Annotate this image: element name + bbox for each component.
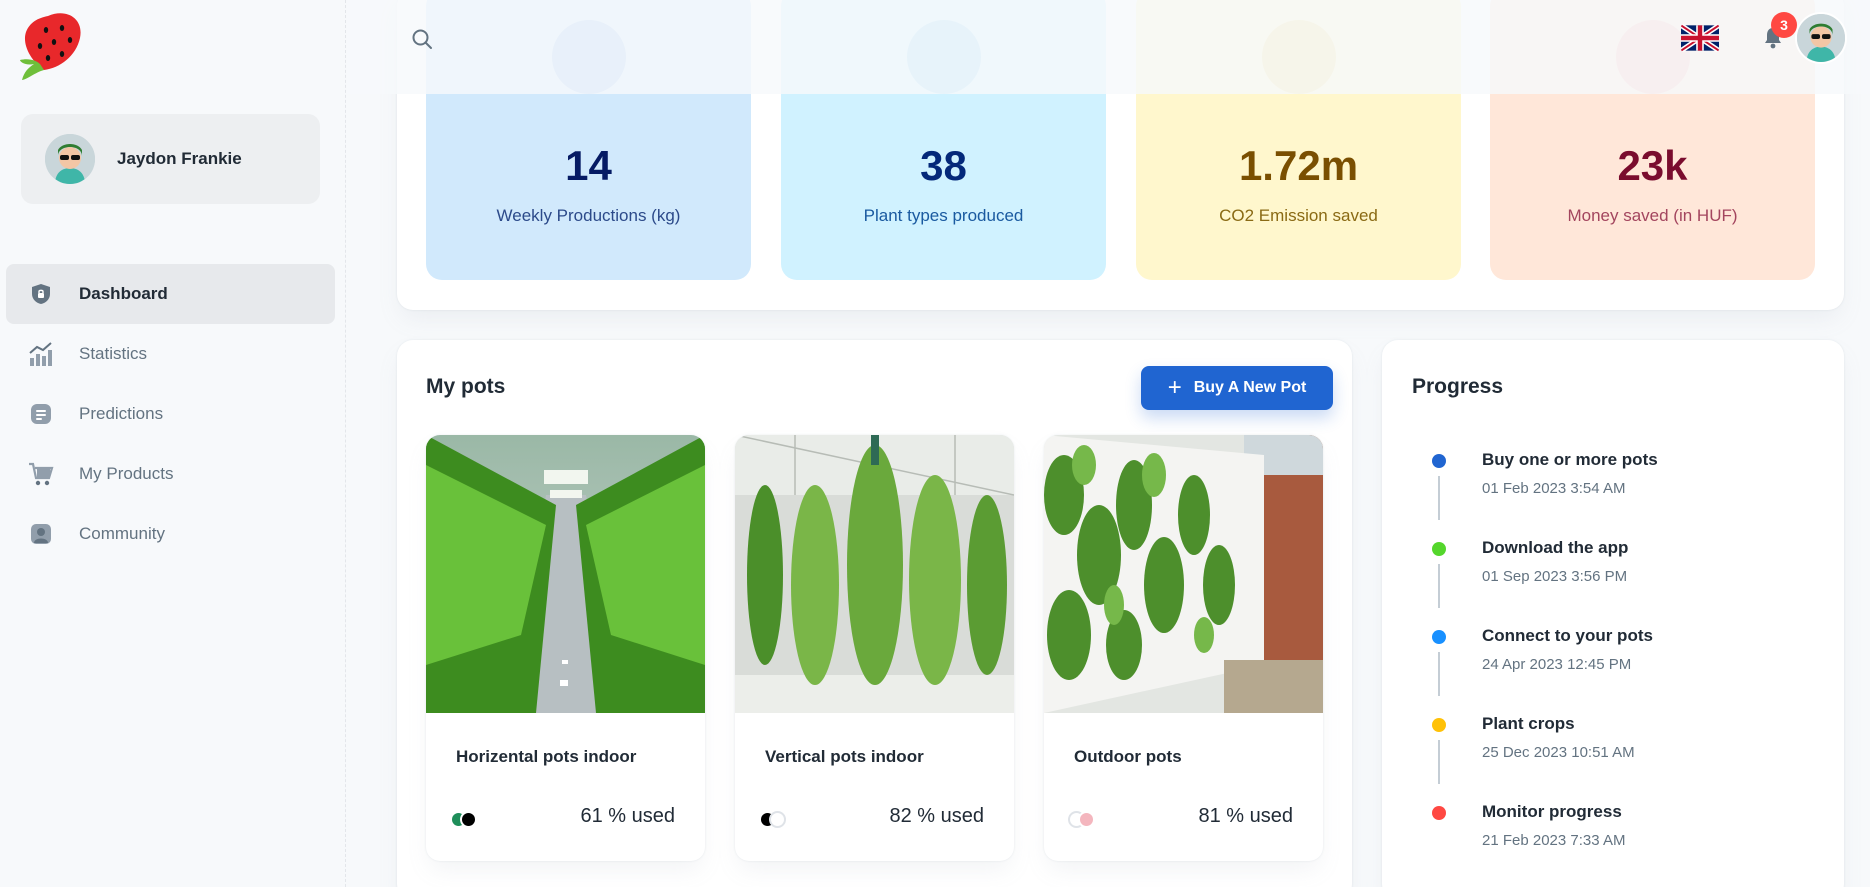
timeline-item: Buy one or more pots 01 Feb 2023 3:54 AM — [1432, 450, 1658, 538]
statistics-icon — [28, 341, 54, 367]
sidebar-item-label: Dashboard — [79, 284, 168, 303]
stat-value: 38 — [920, 142, 967, 189]
top-bar: 3 — [347, 0, 1870, 94]
sidebar-item-label: Statistics — [79, 344, 148, 363]
sidebar: Jaydon Frankie Dashboard Statistics Pred… — [0, 0, 346, 887]
sidebar-item-label: My Products — [79, 464, 174, 483]
pot-color-dots — [450, 811, 477, 829]
my-pots-title: My pots — [426, 375, 506, 398]
predictions-icon — [28, 401, 54, 427]
timeline-item: Connect to your pots 24 Apr 2023 12:45 P… — [1432, 626, 1658, 714]
sidebar-item-predictions[interactable]: Predictions — [6, 384, 335, 444]
search-icon[interactable] — [407, 24, 437, 54]
timeline-title: Buy one or more pots — [1482, 450, 1658, 469]
stat-value: 23k — [1617, 142, 1688, 189]
timeline-connector — [1438, 564, 1440, 608]
timeline-dot — [1432, 718, 1446, 732]
pot-color-dots — [759, 811, 786, 829]
timeline-title: Plant crops — [1482, 714, 1575, 733]
pot-usage: 81 % used — [1198, 805, 1293, 827]
progress-timeline: Buy one or more pots 01 Feb 2023 3:54 AM… — [1432, 450, 1658, 887]
pot-name: Outdoor pots — [1074, 747, 1182, 766]
stat-value: 1.72m — [1238, 142, 1359, 189]
sidebar-item-dashboard[interactable]: Dashboard — [6, 264, 335, 324]
uk-flag-icon[interactable] — [1681, 24, 1719, 52]
pot-card-outdoor[interactable]: Outdoor pots 81 % used — [1044, 435, 1323, 861]
dashboard-icon — [28, 281, 54, 307]
timeline-date: 25 Dec 2023 10:51 AM — [1482, 744, 1635, 761]
timeline-dot — [1432, 454, 1446, 468]
sidebar-item-statistics[interactable]: Statistics — [6, 324, 335, 384]
timeline-item: Download the app 01 Sep 2023 3:56 PM — [1432, 538, 1658, 626]
pot-name: Vertical pots indoor — [765, 747, 924, 766]
pot-name: Horizental pots indoor — [456, 747, 637, 766]
account-name: Jaydon Frankie — [117, 149, 242, 168]
timeline-item: Monitor progress 21 Feb 2023 7:33 AM — [1432, 802, 1658, 887]
cart-icon — [28, 461, 54, 487]
timeline-title: Connect to your pots — [1482, 626, 1653, 645]
sidebar-item-label: Community — [79, 524, 165, 543]
timeline-connector — [1438, 652, 1440, 696]
stat-label: Plant types produced — [863, 206, 1024, 225]
timeline-connector — [1438, 740, 1440, 784]
plus-icon: + — [1167, 374, 1182, 401]
timeline-dot — [1432, 630, 1446, 644]
horizontal-pots-image — [426, 435, 705, 713]
notification-badge: 3 — [1771, 12, 1797, 38]
avatar — [45, 134, 95, 184]
timeline-date: 01 Feb 2023 3:54 AM — [1482, 480, 1626, 497]
stat-label: Weekly Productions (kg) — [496, 206, 681, 225]
pot-card-vertical[interactable]: Vertical pots indoor 82 % used — [735, 435, 1014, 861]
timeline-title: Monitor progress — [1482, 802, 1622, 821]
account-card[interactable]: Jaydon Frankie — [21, 114, 320, 204]
sidebar-item-label: Predictions — [79, 404, 164, 423]
pot-usage: 82 % used — [889, 805, 984, 827]
color-dot — [1078, 811, 1095, 828]
pot-color-dots — [1068, 811, 1095, 829]
strawberry-logo-icon[interactable] — [18, 10, 84, 82]
stat-label: CO2 Emission saved — [1219, 206, 1378, 225]
timeline-item: Plant crops 25 Dec 2023 10:51 AM — [1432, 714, 1658, 802]
pot-card-horizontal[interactable]: Horizental pots indoor 61 % used — [426, 435, 705, 861]
timeline-connector — [1438, 476, 1440, 520]
buy-new-pot-button[interactable]: + Buy A New Pot — [1141, 366, 1333, 410]
stat-label: Money saved (in HUF) — [1567, 206, 1738, 225]
buy-new-pot-label: Buy A New Pot — [1193, 379, 1307, 396]
timeline-date: 24 Apr 2023 12:45 PM — [1482, 656, 1632, 673]
pot-usage: 61 % used — [580, 805, 675, 827]
vertical-pots-image — [735, 435, 1014, 713]
timeline-date: 21 Feb 2023 7:33 AM — [1482, 832, 1626, 849]
my-pots-card: My pots + Buy A New Pot Horizental pots … — [397, 340, 1352, 887]
timeline-date: 01 Sep 2023 3:56 PM — [1482, 568, 1628, 585]
progress-card: Progress Buy one or more pots 01 Feb 202… — [1382, 340, 1844, 887]
timeline-title: Download the app — [1482, 538, 1629, 557]
progress-title: Progress — [1412, 375, 1504, 398]
community-icon — [28, 521, 54, 547]
sidebar-nav: Dashboard Statistics Predictions My Prod… — [6, 264, 335, 564]
stat-value: 14 — [565, 142, 612, 189]
outdoor-pots-image — [1044, 435, 1323, 713]
sidebar-item-my-products[interactable]: My Products — [6, 444, 335, 504]
timeline-dot — [1432, 806, 1446, 820]
sidebar-item-community[interactable]: Community — [6, 504, 335, 564]
color-dot — [460, 811, 477, 828]
color-dot — [769, 811, 786, 828]
user-avatar[interactable] — [1795, 12, 1847, 64]
timeline-dot — [1432, 542, 1446, 556]
